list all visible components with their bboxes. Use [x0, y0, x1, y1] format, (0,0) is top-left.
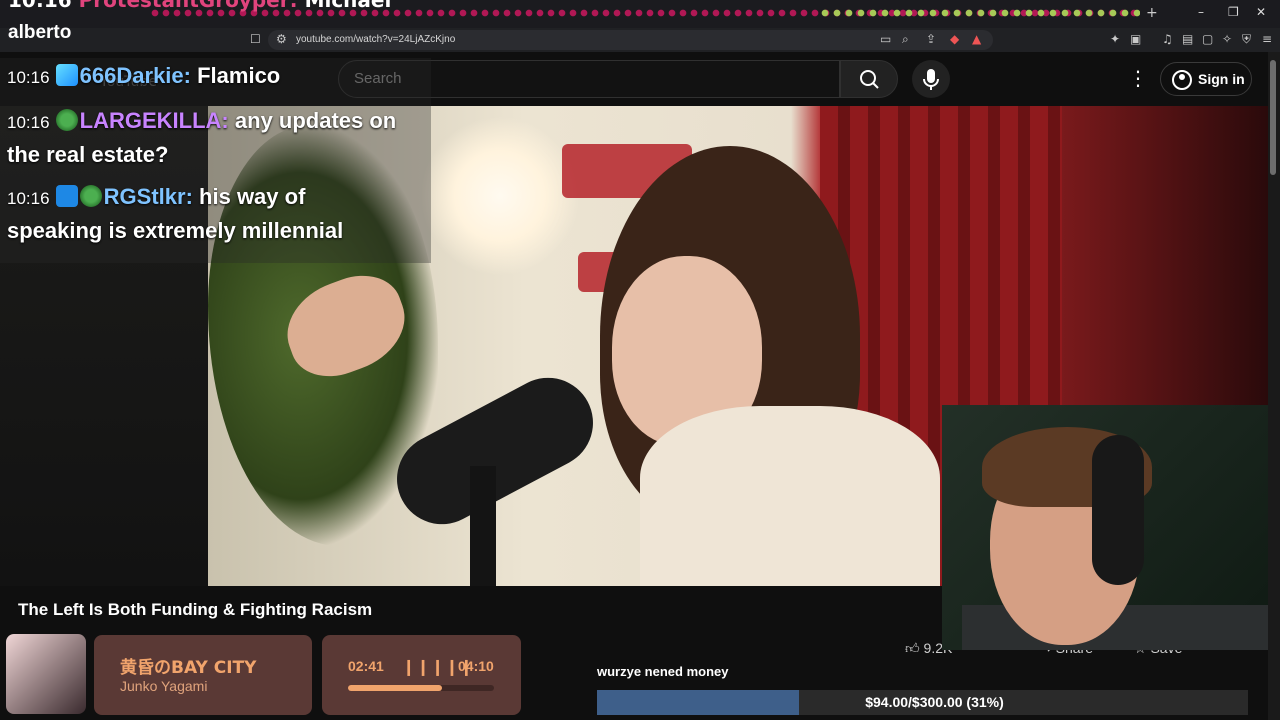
song-title: 黄昏のBAY CITY	[120, 658, 257, 678]
pinned-tabs-right[interactable]	[820, 8, 1140, 18]
menu-icon[interactable]: ≡	[1262, 32, 1272, 46]
bookmark-icon[interactable]: ☐	[250, 32, 261, 46]
microphone-icon	[923, 69, 939, 90]
media-icon[interactable]: ♫	[1162, 32, 1173, 46]
goal-amount: $94.00/$300.00 (31%)	[865, 694, 1004, 710]
ai-icon[interactable]: ✧	[1222, 32, 1232, 46]
song-artist: Junko Yagami	[120, 678, 208, 694]
lamp-image	[420, 116, 580, 276]
chat-message-top: 10:16 ProtestantGroyper: Michael	[8, 0, 391, 12]
chat-username: RGStlkr:	[103, 184, 193, 209]
vpn-icon[interactable]: ⛨	[1242, 32, 1251, 47]
chat-username: 666Darkie:	[79, 63, 191, 88]
scrollbar-thumb[interactable]	[1270, 60, 1276, 175]
mic-stand-image	[470, 466, 496, 586]
goal-label: wurzye nened money	[597, 664, 729, 679]
chat-text: any updates on	[234, 108, 397, 133]
url-text[interactable]: youtube.com/watch?v=24LjAZcKjno	[296, 34, 455, 45]
brave-shield-icon[interactable]: ◆	[950, 32, 959, 46]
site-info-icon[interactable]: ⚙	[276, 32, 287, 46]
total-time: 04:10	[458, 658, 494, 674]
chat-message: 10:16 RGStlkr: his way of	[7, 180, 305, 216]
frog-badge-icon	[55, 109, 78, 131]
chat-time: 10:16	[7, 68, 50, 87]
new-tab-button[interactable]: +	[1146, 5, 1158, 21]
minimize-button[interactable]: –	[1198, 5, 1204, 19]
sidebar-icon[interactable]: ▤	[1182, 32, 1193, 46]
video-title: The Left Is Both Funding & Fighting Raci…	[18, 600, 373, 619]
extension-icon-2[interactable]: ▣	[1130, 32, 1141, 46]
chat-time: 10:16	[7, 113, 50, 132]
chat-message: 10:16 666Darkie: Flamico	[7, 59, 280, 95]
ice-cube-badge-icon	[55, 64, 78, 86]
chat-message-continued: speaking is extremely millennial	[7, 218, 344, 243]
chat-text: Michael	[304, 0, 392, 12]
pickaxe-badge-icon	[55, 185, 78, 207]
search-button[interactable]	[840, 60, 898, 98]
chat-message: 10:16 LARGEKILLA: any updates on	[7, 104, 396, 140]
rewards-icon[interactable]: ▲	[972, 32, 981, 46]
extension-icon[interactable]: ✦	[1110, 32, 1120, 46]
voice-search-button[interactable]	[912, 60, 950, 98]
frog-badge-icon	[79, 185, 102, 207]
elapsed-time: 02:41	[348, 658, 384, 674]
chat-time: 10:16	[8, 0, 72, 12]
sign-in-label[interactable]: Sign in	[1198, 71, 1245, 87]
close-window-button[interactable]: ✕	[1256, 5, 1266, 19]
chat-username: LARGEKILLA:	[79, 108, 229, 133]
host-body-image	[640, 406, 940, 586]
search-icon	[860, 70, 879, 89]
thumbs-up-icon: 👍︎	[905, 640, 920, 656]
chat-text: Flamico	[197, 63, 281, 88]
chat-time: 10:16	[7, 189, 50, 208]
share-page-icon[interactable]: ⇪	[926, 32, 936, 46]
chat-message-continued: the real estate?	[7, 142, 169, 167]
account-icon	[1172, 70, 1192, 90]
more-options-icon[interactable]: ⋮	[1128, 66, 1148, 90]
headphones-image	[1092, 435, 1144, 585]
chat-username: ProtestantGroyper:	[78, 0, 298, 12]
wallet-icon[interactable]: ▢	[1202, 32, 1213, 46]
song-progress-fill	[348, 685, 443, 691]
chat-text: his way of	[199, 184, 306, 209]
album-art	[6, 634, 86, 714]
zoom-icon[interactable]: ⌕	[902, 32, 909, 47]
webcam-overlay	[942, 405, 1268, 650]
streamer-name: alberto	[8, 22, 72, 43]
restore-button[interactable]: ❐	[1228, 5, 1239, 19]
screen-cast-icon[interactable]: ▭	[880, 32, 891, 46]
